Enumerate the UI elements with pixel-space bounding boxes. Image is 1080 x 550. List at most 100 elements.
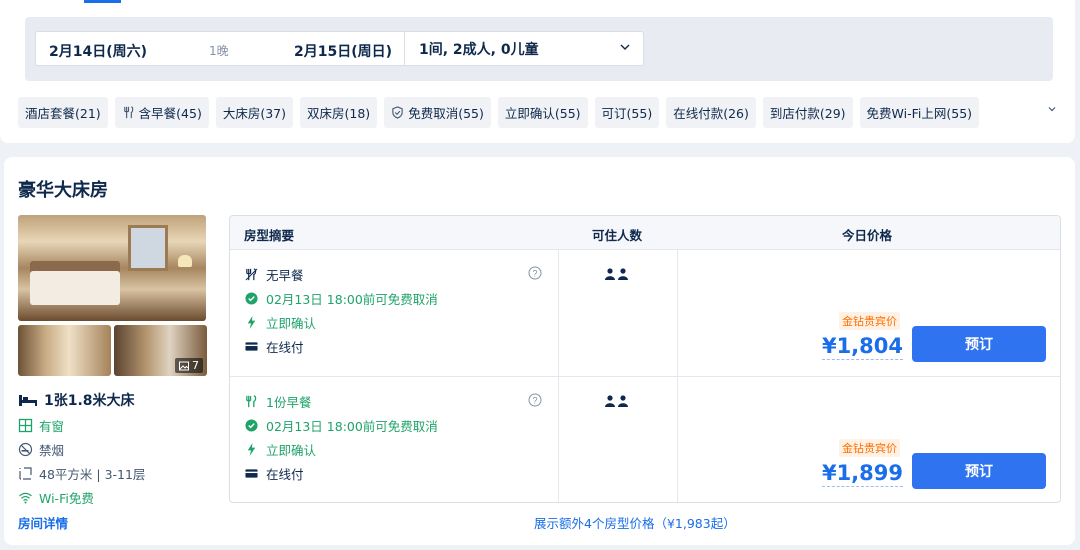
bed-type-label: 1张1.8米大床 <box>44 393 135 409</box>
lightning-icon <box>247 316 256 329</box>
payment-type: 在线付 <box>245 464 304 483</box>
rate-table-header: 房型摘要 可住人数 今日价格 <box>230 216 1060 250</box>
guest-selector[interactable]: 1间, 2成人, 0儿童 <box>404 31 644 66</box>
meal-info: 1份早餐 <box>245 392 311 411</box>
filter-label: 酒店套餐(21) <box>25 106 101 121</box>
filter-available[interactable]: 可订(55) <box>594 97 660 128</box>
nights-count: 1晚 <box>209 44 229 58</box>
filter-king-bed[interactable]: 大床房(37) <box>215 97 294 128</box>
price[interactable]: ¥1,899 <box>821 460 903 487</box>
window-info: 有窗 <box>18 413 218 437</box>
book-button[interactable]: 预订 <box>912 453 1046 489</box>
filter-instant-confirm[interactable]: 立即确认(55) <box>497 97 588 128</box>
show-more-prices-link[interactable]: 展示额外4个房型价格（¥1,983起） <box>534 513 736 532</box>
filter-label: 含早餐(45) <box>138 106 202 121</box>
chevron-down-icon <box>620 44 630 50</box>
svg-text:?: ? <box>532 269 537 279</box>
room-photo-thumb[interactable] <box>18 325 111 376</box>
filter-label: 可订(55) <box>601 106 653 121</box>
cancel-policy: 02月13日 18:00前可免费取消 <box>245 416 438 435</box>
payment-label: 在线付 <box>266 467 304 482</box>
photo-count-badge: 7 <box>175 358 203 373</box>
occupancy-icons <box>605 395 628 407</box>
checkout-date[interactable]: 2月15日(周日) <box>294 41 392 61</box>
wifi-label: Wi-Fi免费 <box>39 490 94 506</box>
vip-price-tag: 金钻贵宾价 <box>839 312 900 330</box>
filter-pay-online[interactable]: 在线付款(26) <box>666 97 756 128</box>
card-icon <box>245 342 258 351</box>
fork-knife-icon <box>123 106 133 119</box>
filter-breakfast[interactable]: 含早餐(45) <box>114 97 209 128</box>
meal-info: 无早餐 <box>245 265 304 284</box>
window-label: 有窗 <box>39 418 65 434</box>
search-panel: 2月14日(周六) 1晚 2月15日(周日) 1间, 2成人, 0儿童 酒店套餐… <box>0 0 1075 143</box>
check-circle-icon <box>245 292 258 305</box>
bed-icon <box>19 395 37 406</box>
header-price: 今日价格 <box>842 228 893 243</box>
info-icon[interactable]: ? <box>528 266 542 280</box>
filter-label: 免费取消(55) <box>408 106 484 121</box>
payment-type: 在线付 <box>245 337 304 356</box>
meal-label: 无早餐 <box>266 268 304 283</box>
rate-table: 房型摘要 可住人数 今日价格 无早餐 02月13日 18:00前可免费取消 立即… <box>229 215 1061 503</box>
header-occupancy: 可住人数 <box>592 228 643 243</box>
price[interactable]: ¥1,804 <box>821 333 903 360</box>
bed-type: 1张1.8米大床 <box>18 387 218 413</box>
chevron-down-icon[interactable] <box>1046 103 1058 115</box>
fork-knife-icon <box>245 268 258 281</box>
filter-label: 在线付款(26) <box>673 106 749 121</box>
header-summary: 房型摘要 <box>244 228 295 243</box>
image-icon <box>179 361 189 370</box>
vip-price-tag: 金钻贵宾价 <box>839 439 900 457</box>
photo-count: 7 <box>192 359 199 372</box>
cancel-label: 02月13日 18:00前可免费取消 <box>266 419 438 434</box>
room-facts: 1张1.8米大床 有窗 禁烟 48平方米 | 3-11层 Wi-Fi免费 <box>18 387 218 509</box>
info-icon[interactable]: ? <box>528 393 542 407</box>
window-icon <box>18 418 33 432</box>
floor-area-icon <box>19 466 32 480</box>
person-icon <box>618 395 628 407</box>
person-icon <box>618 268 628 280</box>
occupancy-icons <box>605 268 628 280</box>
filter-pay-at-hotel[interactable]: 到店付款(29) <box>762 97 853 128</box>
size-floor-label: 48平方米 | 3-11层 <box>39 466 146 482</box>
svg-text:?: ? <box>532 396 537 406</box>
rate-row: 无早餐 02月13日 18:00前可免费取消 立即确认 在线付 ? 金钻贵宾价 … <box>230 250 1060 377</box>
meal-label: 1份早餐 <box>266 395 312 410</box>
rate-row: 1份早餐 02月13日 18:00前可免费取消 立即确认 在线付 ? 金钻贵宾价… <box>230 377 1060 502</box>
filter-label: 大床房(37) <box>222 106 287 121</box>
person-icon <box>605 395 615 407</box>
filter-free-wifi[interactable]: 免费Wi-Fi上网(55) <box>859 97 980 128</box>
active-tab-indicator <box>84 0 121 3</box>
checkin-date[interactable]: 2月14日(周六) <box>49 41 147 61</box>
room-title: 豪华大床房 <box>18 180 108 201</box>
confirm-label: 立即确认 <box>266 316 317 331</box>
filter-hotel-package[interactable]: 酒店套餐(21) <box>18 97 108 128</box>
instant-confirm: 立即确认 <box>245 313 316 332</box>
wifi-icon <box>19 492 32 503</box>
smoking-label: 禁烟 <box>39 442 65 458</box>
smoking-info: 禁烟 <box>18 437 218 461</box>
date-picker[interactable]: 2月14日(周六) 1晚 2月15日(周日) <box>35 31 405 66</box>
filter-free-cancel[interactable]: 免费取消(55) <box>384 97 491 128</box>
guest-summary: 1间, 2成人, 0儿童 <box>419 42 539 58</box>
payment-label: 在线付 <box>266 340 304 355</box>
room-photo-main[interactable] <box>18 215 206 321</box>
filter-label: 双床房(18) <box>307 106 371 121</box>
person-icon <box>605 268 615 280</box>
room-card: 豪华大床房 7 1张1.8米大床 有窗 禁烟 48平方米 | 3-11层 Wi-… <box>4 157 1075 545</box>
room-details-link[interactable]: 房间详情 <box>18 513 68 532</box>
wifi-info: Wi-Fi免费 <box>18 485 218 509</box>
filter-label: 立即确认(55) <box>504 106 581 121</box>
card-icon <box>245 469 258 478</box>
cancel-policy: 02月13日 18:00前可免费取消 <box>245 289 438 308</box>
instant-confirm: 立即确认 <box>245 440 316 459</box>
filter-twin-bed[interactable]: 双床房(18) <box>300 97 378 128</box>
shield-check-icon <box>392 106 403 119</box>
room-photo-thumb[interactable]: 7 <box>114 325 207 376</box>
check-circle-icon <box>245 419 258 432</box>
filter-label: 到店付款(29) <box>769 106 846 121</box>
date-guest-search-bar: 2月14日(周六) 1晚 2月15日(周日) 1间, 2成人, 0儿童 <box>25 17 1053 81</box>
fork-knife-icon <box>246 395 257 408</box>
book-button[interactable]: 预订 <box>912 326 1046 362</box>
